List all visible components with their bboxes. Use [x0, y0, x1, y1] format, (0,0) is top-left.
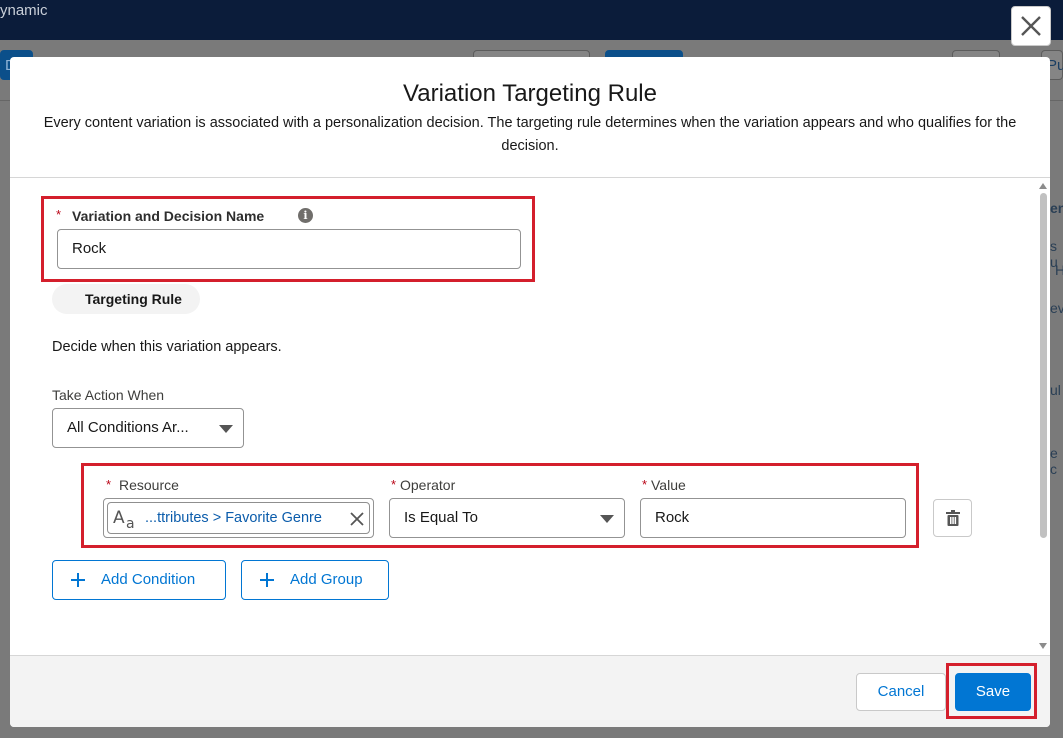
close-modal-button[interactable] [1011, 6, 1051, 46]
cancel-button[interactable]: Cancel [856, 673, 946, 711]
modal-footer: Cancel Save [10, 655, 1050, 727]
modal-scrollbar[interactable] [1037, 181, 1050, 653]
add-icon [260, 573, 274, 587]
text-type-glyph-small: a [126, 516, 135, 530]
clear-icon[interactable] [350, 512, 364, 526]
delete-icon [945, 510, 960, 526]
resource-pill[interactable]: A a ...ttributes > Favorite Genre [107, 502, 370, 534]
info-icon[interactable]: i [298, 208, 313, 223]
background-text: en [1050, 200, 1063, 216]
take-action-label: Take Action When [52, 387, 165, 403]
chevron-down-icon [600, 515, 614, 523]
resource-value: ...ttributes > Favorite Genre [145, 510, 322, 526]
save-button[interactable]: Save [955, 673, 1031, 711]
text-type-icon: A a [113, 508, 135, 530]
app-name: ynamic [0, 2, 48, 19]
chevron-down-icon [219, 425, 233, 433]
value-input[interactable]: Rock [640, 498, 906, 538]
helper-text: Decide when this variation appears. [52, 339, 282, 355]
scroll-thumb[interactable] [1040, 193, 1047, 538]
take-action-value: All Conditions Ar... [67, 419, 189, 436]
operator-label: Operator [400, 477, 456, 493]
resource-label: Resource [119, 477, 179, 493]
variation-targeting-modal: Variation Targeting Rule Every content v… [10, 57, 1050, 727]
background-text: ev [1050, 300, 1063, 316]
modal-description: Every content variation is associated wi… [43, 115, 1017, 154]
scroll-up-arrow[interactable] [1039, 183, 1047, 189]
required-mark: * [642, 477, 648, 492]
add-condition-label: Add Condition [101, 571, 196, 588]
operator-value: Is Equal To [404, 509, 478, 526]
value-label: Value [651, 477, 686, 493]
required-mark: * [106, 477, 112, 492]
delete-condition-button[interactable] [933, 499, 972, 537]
close-icon [1021, 16, 1041, 36]
modal-header: Variation Targeting Rule Every content v… [10, 57, 1050, 178]
text-type-glyph-large: A [113, 508, 125, 528]
resource-input[interactable]: A a ...ttributes > Favorite Genre [103, 498, 374, 538]
add-condition-button[interactable]: Add Condition [52, 560, 226, 600]
operator-select[interactable]: Is Equal To [389, 498, 625, 538]
required-mark: * [56, 207, 62, 222]
add-group-label: Add Group [290, 571, 363, 588]
background-text: e c [1050, 445, 1058, 477]
background-text: ul [1050, 382, 1061, 398]
add-icon [71, 573, 85, 587]
background-text: H [1055, 262, 1063, 278]
add-group-button[interactable]: Add Group [241, 560, 389, 600]
scroll-down-arrow[interactable] [1039, 643, 1047, 649]
take-action-select[interactable]: All Conditions Ar... [52, 408, 244, 448]
app-header: ynamic [0, 0, 1063, 40]
tab-targeting-rule[interactable]: Targeting Rule [52, 284, 200, 314]
required-mark: * [391, 477, 397, 492]
name-field-label: Variation and Decision Name [72, 208, 265, 224]
variation-name-input[interactable]: Rock [57, 229, 521, 269]
modal-title: Variation Targeting Rule [403, 80, 657, 107]
